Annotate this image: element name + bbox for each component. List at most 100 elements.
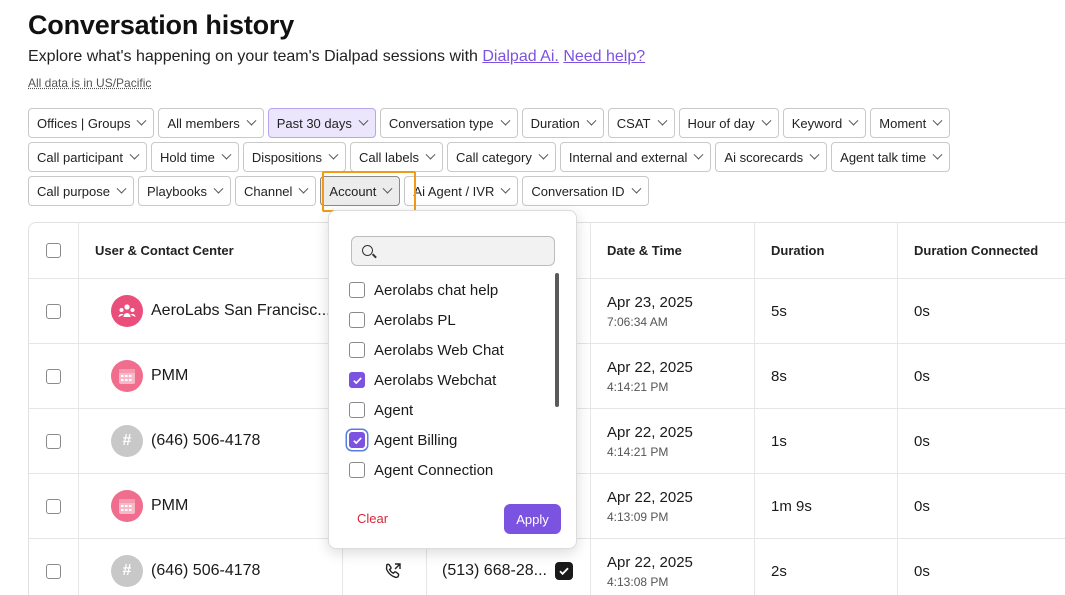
option-label: Aerolabs chat help — [374, 281, 499, 299]
datetime-cell: Apr 22, 2025 4:13:08 PM — [591, 539, 755, 595]
date: Apr 22, 2025 — [607, 423, 693, 441]
contact-phone-number[interactable]: (513) 668-28... — [442, 562, 547, 580]
filter-chip-label: Ai Agent / IVR — [413, 183, 495, 199]
filter-chip-ai-scorecards[interactable]: Ai scorecards — [715, 142, 828, 172]
account-option[interactable]: Agent — [349, 395, 549, 425]
option-checkbox[interactable] — [349, 282, 365, 298]
filter-chip-channel[interactable]: Channel — [234, 176, 317, 206]
filter-chip-duration[interactable]: Duration — [521, 108, 604, 138]
chevron-down-icon — [213, 183, 224, 194]
filter-chip-label: Past 30 days — [276, 115, 352, 131]
option-checkbox[interactable] — [349, 402, 365, 418]
chevron-down-icon — [129, 149, 140, 160]
option-checkbox[interactable] — [349, 372, 365, 388]
row-checkbox[interactable] — [46, 368, 61, 384]
filter-chip-hour-of-day[interactable]: Hour of day — [678, 108, 779, 138]
header-datetime[interactable]: Date & Time — [591, 223, 755, 278]
chevron-down-icon — [298, 183, 309, 194]
filter-chip-past-30-days[interactable]: Past 30 days — [267, 108, 376, 138]
filter-chip-account[interactable]: Account — [320, 176, 401, 206]
account-option[interactable]: Agent Connection — [349, 455, 549, 485]
account-option[interactable]: Aerolabs chat help — [349, 275, 549, 305]
time: 4:14:21 PM — [607, 379, 669, 394]
filter-chip-moment[interactable]: Moment — [870, 108, 951, 138]
filter-chip-conversation-type[interactable]: Conversation type — [379, 108, 518, 138]
time: 4:13:09 PM — [607, 509, 669, 524]
account-option[interactable]: Aerolabs Web Chat — [349, 335, 549, 365]
header-duration-connected[interactable]: Duration Connected — [898, 223, 1065, 278]
option-checkbox[interactable] — [349, 342, 365, 358]
filter-row-3: Call purpose Playbooks Channel Account Ai Ag… — [28, 176, 649, 206]
row-checkbox[interactable] — [46, 303, 61, 319]
filter-chip-label: All members — [167, 115, 240, 131]
chevron-down-icon — [500, 183, 511, 194]
filter-chip-ai-agent-ivr[interactable]: Ai Agent / IVR — [404, 176, 519, 206]
contact-name[interactable]: PMM — [151, 497, 188, 515]
filter-chip-internal-and-external[interactable]: Internal and external — [559, 142, 712, 172]
checked-status-icon — [555, 562, 573, 580]
option-checkbox[interactable] — [349, 462, 365, 478]
contact-name[interactable]: (646) 506-4178 — [151, 562, 260, 580]
chevron-down-icon — [932, 115, 943, 126]
filter-chip-playbooks[interactable]: Playbooks — [138, 176, 231, 206]
account-option[interactable]: Agent Billing — [349, 425, 549, 455]
filter-chip-call-category[interactable]: Call category — [447, 142, 556, 172]
duration: 1m 9s — [755, 474, 898, 538]
chevron-down-icon — [328, 149, 339, 160]
date: Apr 22, 2025 — [607, 553, 693, 571]
group-icon — [111, 295, 143, 327]
chevron-down-icon — [137, 115, 147, 126]
date: Apr 23, 2025 — [607, 293, 693, 311]
filter-chip-label: Keyword — [791, 115, 843, 131]
duration: 8s — [755, 344, 898, 408]
chevron-down-icon — [693, 149, 704, 160]
filter-chip-offices-groups[interactable]: Offices | Groups — [28, 108, 155, 138]
dropdown-scrollbar[interactable] — [555, 273, 559, 407]
account-option[interactable]: Aerolabs PL — [349, 305, 549, 335]
chevron-down-icon — [382, 183, 393, 194]
clear-button[interactable]: Clear — [357, 511, 388, 526]
row-checkbox[interactable] — [46, 433, 61, 449]
filter-chip-label: Conversation ID — [531, 183, 625, 199]
time: 4:13:08 PM — [607, 574, 669, 589]
apply-button[interactable]: Apply — [504, 504, 561, 534]
filter-chip-hold-time[interactable]: Hold time — [151, 142, 239, 172]
chevron-down-icon — [246, 115, 257, 126]
filter-chip-label: Duration — [530, 115, 580, 131]
duration-connected: 0s — [914, 497, 930, 515]
filter-chip-dispositions[interactable]: Dispositions — [242, 142, 347, 172]
option-label: Agent Connection — [374, 461, 494, 479]
need-help-link[interactable]: Need help? — [563, 48, 645, 65]
option-label: Agent — [374, 401, 414, 419]
user-cell: AeroLabs San Francisc... — [79, 279, 343, 343]
option-label: Aerolabs PL — [374, 311, 456, 329]
filter-chip-csat[interactable]: CSAT — [607, 108, 675, 138]
select-all-checkbox[interactable] — [46, 243, 61, 258]
filter-chip-label: Internal and external — [568, 149, 688, 165]
datetime-cell: Apr 23, 2025 7:06:34 AM — [591, 279, 755, 343]
filter-chip-label: Conversation type — [388, 115, 494, 131]
filter-chip-conversation-id[interactable]: Conversation ID — [522, 176, 649, 206]
filter-chip-call-labels[interactable]: Call labels — [350, 142, 443, 172]
row-checkbox[interactable] — [46, 563, 61, 579]
filter-chip-keyword[interactable]: Keyword — [782, 108, 867, 138]
contact-name[interactable]: (646) 506-4178 — [151, 432, 260, 450]
contact-name[interactable]: AeroLabs San Francisc... — [151, 302, 331, 320]
filter-chip-agent-talk-time[interactable]: Agent talk time — [831, 142, 951, 172]
option-label: Agent Billing — [374, 431, 458, 449]
header-duration[interactable]: Duration — [755, 223, 898, 278]
dialpad-ai-link[interactable]: Dialpad Ai. — [482, 48, 559, 65]
datetime-cell: Apr 22, 2025 4:14:21 PM — [591, 344, 755, 408]
account-option[interactable]: Aerolabs Webchat — [349, 365, 549, 395]
row-checkbox[interactable] — [46, 498, 61, 514]
filter-chip-label: Call participant — [37, 149, 123, 165]
filter-chip-all-members[interactable]: All members — [158, 108, 264, 138]
option-checkbox[interactable] — [349, 312, 365, 328]
filter-chip-call-purpose[interactable]: Call purpose — [28, 176, 134, 206]
header-user[interactable]: User & Contact Center — [79, 223, 343, 278]
contact-name[interactable]: PMM — [151, 367, 188, 385]
account-search-input[interactable] — [351, 236, 555, 266]
chevron-down-icon — [538, 149, 549, 160]
option-checkbox[interactable] — [349, 432, 365, 448]
filter-chip-call-participant[interactable]: Call participant — [28, 142, 147, 172]
